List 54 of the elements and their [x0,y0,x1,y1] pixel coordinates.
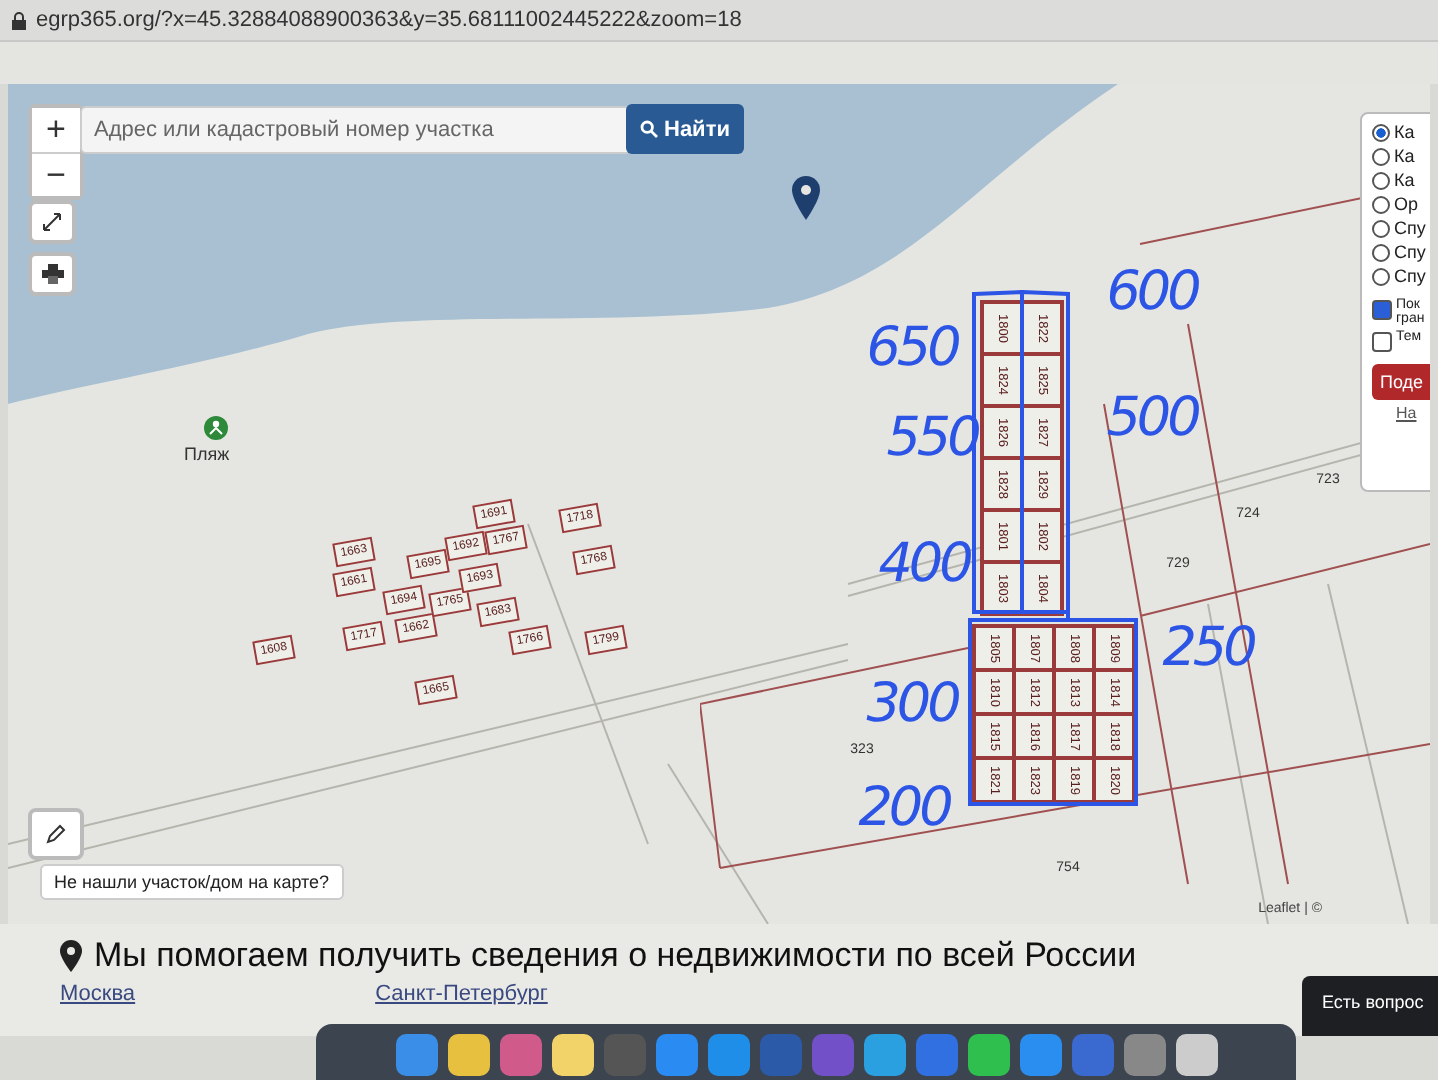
print-button[interactable] [28,252,76,296]
app-icon[interactable] [395,1033,437,1075]
beach-label: Пляж [184,444,230,464]
layer-label: Ка [1394,146,1415,166]
app-icon[interactable] [1019,1033,1061,1075]
pencil-icon [46,824,66,844]
layer-label: Спу [1394,242,1426,262]
layer-radio[interactable] [1372,268,1390,286]
app-icon[interactable] [655,1033,697,1075]
zoom-out-button[interactable]: − [32,152,80,196]
layer-label: Спу [1394,266,1426,286]
fullscreen-button[interactable] [28,200,76,244]
panel-button[interactable]: Поде [1372,364,1430,400]
handwritten-price: 300 [866,673,958,735]
handwritten-price: 400 [878,533,970,595]
handwritten-price: 650 [866,317,958,379]
search-icon [640,120,658,138]
layer-label: Спу [1394,218,1426,238]
panel-link[interactable]: На [1372,404,1430,422]
layer-radio[interactable] [1372,196,1390,214]
beach-icon [204,416,228,440]
map-pin-icon[interactable] [792,176,820,220]
app-icon[interactable] [1123,1033,1165,1075]
expand-icon [42,212,62,232]
location-pin-icon [60,940,82,972]
app-icon[interactable] [707,1033,749,1075]
layer-label: Ор [1394,194,1419,214]
section-heading: Мы помогаем получить сведения о недвижимости по всей России [94,936,1137,976]
city-link[interactable]: Санкт-Петербург [375,982,548,1006]
layer-radio[interactable] [1372,124,1390,142]
lock-icon [12,11,26,29]
layer-radio[interactable] [1372,244,1390,262]
search-field[interactable]: Адрес или кадастровый номер участка [80,106,632,154]
handwritten-price: 200 [858,777,950,839]
help-tooltip[interactable]: Не нашли участок/дом на карте? [40,864,344,900]
app-icon[interactable] [863,1033,905,1075]
option-checkbox[interactable] [1372,300,1392,320]
app-icon[interactable] [551,1033,593,1075]
layer-radio[interactable] [1372,220,1390,238]
edit-button[interactable] [28,808,84,860]
app-icon[interactable] [967,1033,1009,1075]
handwritten-price: 500 [1106,387,1198,449]
city-link[interactable]: Москва [60,982,136,1006]
layer-radio[interactable] [1372,148,1390,166]
option-checkbox[interactable] [1372,332,1392,352]
search-button[interactable]: Найти [626,104,744,154]
layer-label: Ка [1394,170,1415,190]
chat-widget[interactable]: Есть вопрос [1302,976,1438,1036]
app-icon[interactable] [447,1033,489,1075]
layer-radio[interactable] [1372,172,1390,190]
map-view[interactable] [8,84,1430,924]
layer-label: Ка [1394,122,1415,142]
app-icon[interactable] [1175,1033,1217,1075]
handwritten-price: 600 [1106,261,1198,323]
